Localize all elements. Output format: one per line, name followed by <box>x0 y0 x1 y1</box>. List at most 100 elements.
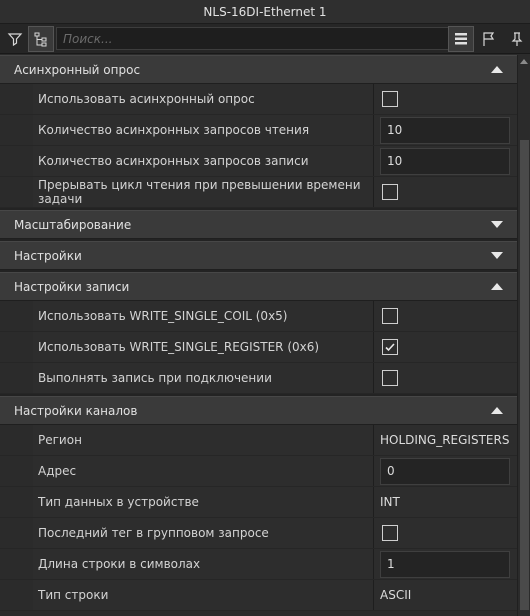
row-indent <box>0 425 33 455</box>
property-checkbox[interactable] <box>382 184 398 200</box>
property-grid: Асинхронный опрос Использовать асинхронны… <box>0 55 517 616</box>
property-value-cell: 1 <box>374 549 517 579</box>
scrollbar-thumb[interactable] <box>520 140 529 610</box>
flag-button[interactable] <box>476 26 502 52</box>
section-header[interactable]: Настройки каналов <box>0 396 517 425</box>
property-row: Количество асинхронных запросов чтения 10 <box>0 115 517 146</box>
section-title: Настройки каналов <box>14 403 138 418</box>
property-value-cell <box>374 332 517 362</box>
search-box <box>56 27 450 50</box>
filter-icon <box>7 32 23 46</box>
property-input[interactable]: 0 <box>380 457 510 485</box>
search-input[interactable] <box>57 28 449 49</box>
property-value-cell: 10 <box>374 115 517 145</box>
window-titlebar: NLS-16DI-Ethernet 1 <box>0 0 530 24</box>
property-row: Использовать асинхронный опрос <box>0 84 517 115</box>
section-header[interactable]: Масштабирование <box>0 210 517 239</box>
list-icon <box>455 33 467 45</box>
collapse-arrow-icon[interactable] <box>491 407 503 414</box>
row-indent <box>0 549 33 579</box>
property-label: Использовать WRITE_SINGLE_REGISTER (0x6) <box>33 332 374 362</box>
property-row: Последний тег в групповом запросе <box>0 518 517 549</box>
collapse-arrow-icon[interactable] <box>491 66 503 73</box>
property-window: NLS-16DI-Ethernet 1 Поиск... Асинхронный… <box>0 0 530 616</box>
property-value-cell <box>374 301 517 331</box>
property-checkbox[interactable] <box>382 370 398 386</box>
property-label: Последний тег в групповом запросе <box>33 518 374 548</box>
expand-arrow-icon[interactable] <box>491 221 503 228</box>
tree-view-button[interactable] <box>28 25 54 52</box>
property-label: Длина строки в символах <box>33 549 374 579</box>
property-value[interactable]: INT <box>380 495 400 509</box>
property-label: Регион <box>33 425 374 455</box>
row-indent <box>0 363 33 393</box>
row-indent <box>0 487 33 517</box>
property-input[interactable]: 1 <box>380 550 510 578</box>
property-label: Использовать асинхронный опрос <box>33 84 374 114</box>
property-row: Использовать WRITE_SINGLE_COIL (0x5) <box>0 301 517 332</box>
property-value[interactable]: HOLDING_REGISTERS <box>380 433 509 447</box>
section-title: Настройки <box>14 248 82 263</box>
scroll-up-arrow-icon[interactable] <box>520 59 528 64</box>
property-label: Количество асинхронных запросов чтения <box>33 115 374 145</box>
property-row: Использовать WRITE_SINGLE_REGISTER (0x6) <box>0 332 517 363</box>
collapse-arrow-icon[interactable] <box>491 283 503 290</box>
property-checkbox[interactable] <box>382 339 398 355</box>
property-row: Выполнять запись при подключении <box>0 363 517 394</box>
property-value-cell <box>374 177 517 207</box>
property-checkbox[interactable] <box>382 308 398 324</box>
row-indent <box>0 518 33 548</box>
property-row: Прерывать цикл чтения при превышении вре… <box>0 177 517 208</box>
filter-button[interactable] <box>2 26 28 52</box>
list-view-button[interactable] <box>448 26 474 52</box>
vertical-scrollbar[interactable] <box>517 55 530 616</box>
section-header[interactable]: Асинхронный опрос <box>0 55 517 84</box>
toolbar <box>0 24 530 54</box>
property-value[interactable]: ASCII <box>380 588 411 602</box>
property-value-cell: 10 <box>374 146 517 176</box>
property-value-cell: HOLDING_REGISTERS <box>374 425 517 455</box>
property-row: Адрес 0 <box>0 456 517 487</box>
section-title: Настройки записи <box>14 279 130 294</box>
checkmark-icon <box>385 343 395 352</box>
section-header[interactable]: Настройки записи <box>0 272 517 301</box>
property-label: Прерывать цикл чтения при превышении вре… <box>33 177 374 207</box>
section-header[interactable]: Настройки <box>0 241 517 270</box>
row-indent <box>0 456 33 486</box>
property-row: Тип строки ASCII <box>0 580 517 611</box>
property-label: Использовать WRITE_SINGLE_COIL (0x5) <box>33 301 374 331</box>
property-input[interactable]: 10 <box>380 116 510 144</box>
toolbar-right-group <box>448 26 530 52</box>
section-title: Асинхронный опрос <box>14 62 141 77</box>
property-row: Количество асинхронных запросов записи 10 <box>0 146 517 177</box>
property-checkbox[interactable] <box>382 91 398 107</box>
window-title: NLS-16DI-Ethernet 1 <box>203 4 327 19</box>
property-value-cell: INT <box>374 487 517 517</box>
expand-arrow-icon[interactable] <box>491 252 503 259</box>
property-label: Адрес <box>33 456 374 486</box>
row-indent <box>0 301 33 331</box>
property-row: Тип данных в устройстве INT <box>0 487 517 518</box>
property-value-cell <box>374 84 517 114</box>
property-row: Длина строки в символах 1 <box>0 549 517 580</box>
property-value-cell: ASCII <box>374 580 517 610</box>
property-row: Регион HOLDING_REGISTERS <box>0 425 517 456</box>
pin-icon <box>511 32 523 46</box>
property-label: Тип данных в устройстве <box>33 487 374 517</box>
property-label: Тип строки <box>33 580 374 610</box>
flag-icon <box>483 32 495 46</box>
property-label: Количество асинхронных запросов записи <box>33 146 374 176</box>
property-value-cell <box>374 518 517 548</box>
tree-icon <box>34 32 47 46</box>
row-indent <box>0 146 33 176</box>
row-indent <box>0 580 33 610</box>
property-input[interactable]: 10 <box>380 147 510 175</box>
row-indent <box>0 332 33 362</box>
property-label: Выполнять запись при подключении <box>33 363 374 393</box>
pin-button[interactable] <box>504 26 530 52</box>
row-indent <box>0 84 33 114</box>
section-title: Масштабирование <box>14 217 132 232</box>
row-indent <box>0 115 33 145</box>
property-checkbox[interactable] <box>382 525 398 541</box>
row-indent <box>0 177 33 207</box>
